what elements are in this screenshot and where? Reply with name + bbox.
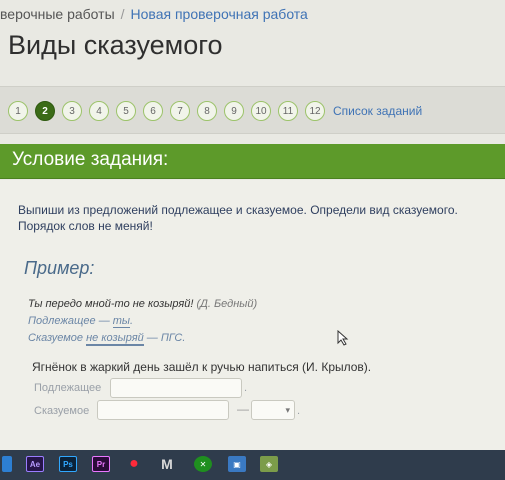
example-predicate-label: Сказуемое [28, 332, 87, 344]
page-button-8[interactable]: 8 [197, 101, 217, 121]
map-icon[interactable]: ◈ [260, 456, 278, 472]
page-button-1[interactable]: 1 [8, 101, 28, 121]
page-button-11[interactable]: 11 [278, 101, 298, 121]
page-button-4[interactable]: 4 [89, 101, 109, 121]
page-button-7[interactable]: 7 [170, 101, 190, 121]
page-button-10[interactable]: 10 [251, 101, 271, 121]
page-button-3[interactable]: 3 [62, 101, 82, 121]
page-button-5[interactable]: 5 [116, 101, 136, 121]
m-icon[interactable]: M [158, 456, 176, 472]
pr-icon[interactable]: Pr [92, 456, 110, 472]
example-heading: Пример: [24, 258, 95, 278]
example-sentence: Ты передо мной-то не козыряй! (Д. Бедный… [28, 298, 257, 310]
breadcrumb-current[interactable]: Новая проверочная работа [131, 6, 308, 22]
breadcrumb: верочные работы / Новая проверочная работа [0, 6, 308, 22]
example-predicate-line: Сказуемое не козыряй — ПГС. [28, 332, 186, 346]
predicate-dash: — [237, 402, 249, 416]
task-content: Выпиши из предложений подлежащее и сказу… [0, 180, 505, 450]
page-button-6[interactable]: 6 [143, 101, 163, 121]
predicate-period: . [297, 405, 301, 417]
page-list: 1 2 3 4 5 6 7 8 9 10 11 12 Список задани… [8, 101, 422, 121]
task-pager: 1 2 3 4 5 6 7 8 9 10 11 12 Список задани… [0, 86, 505, 134]
predicate-input[interactable] [97, 400, 229, 420]
instruction-text: Выпиши из предложений подлежащее и сказу… [18, 203, 458, 233]
xbox-icon[interactable]: ✕ [194, 456, 212, 472]
predicate-type-select[interactable]: ▾ [251, 400, 295, 420]
predicate-label: Сказуемое [34, 405, 90, 417]
breadcrumb-separator: / [120, 6, 125, 22]
example-subject-word: ты [112, 315, 131, 328]
example-subject-label: Подлежащее — [28, 315, 113, 327]
chevron-down-icon: ▾ [285, 405, 290, 415]
example-source: (Д. Бедный) [196, 298, 258, 310]
page-button-12[interactable]: 12 [305, 101, 325, 121]
ae-icon[interactable]: Ae [26, 456, 44, 472]
breadcrumb-parent[interactable]: верочные работы [0, 6, 115, 22]
condition-header: Условие задания: [0, 144, 505, 179]
task-list-link[interactable]: Список заданий [333, 104, 422, 118]
condition-header-label: Условие задания: [12, 149, 169, 170]
example-predicate-word: не козыряй [86, 332, 144, 346]
example-predicate-type: — ПГС. [143, 332, 186, 344]
image-icon[interactable]: ▣ [228, 456, 246, 472]
mouse-cursor-icon [337, 330, 349, 346]
opera-icon[interactable]: ● [125, 455, 143, 472]
subject-input[interactable] [110, 378, 242, 398]
taskbar: Ae Ps Pr ● M ✕ ▣ ◈ [0, 450, 505, 480]
windows-icon[interactable] [2, 456, 12, 472]
example-sentence-text: Ты передо мной-то не козыряй! [28, 298, 194, 310]
subject-period: . [244, 382, 248, 394]
page-button-9[interactable]: 9 [224, 101, 244, 121]
task-sentence: Ягнёнок в жаркий день зашёл к ручью напи… [32, 360, 372, 374]
subject-label: Подлежащее [34, 382, 102, 394]
example-subject-line: Подлежащее — ты. [28, 315, 134, 328]
page-title: Виды сказуемого [8, 30, 223, 60]
example-subject-period: . [130, 315, 134, 327]
ps-icon[interactable]: Ps [59, 456, 77, 472]
page-button-2[interactable]: 2 [35, 101, 55, 121]
